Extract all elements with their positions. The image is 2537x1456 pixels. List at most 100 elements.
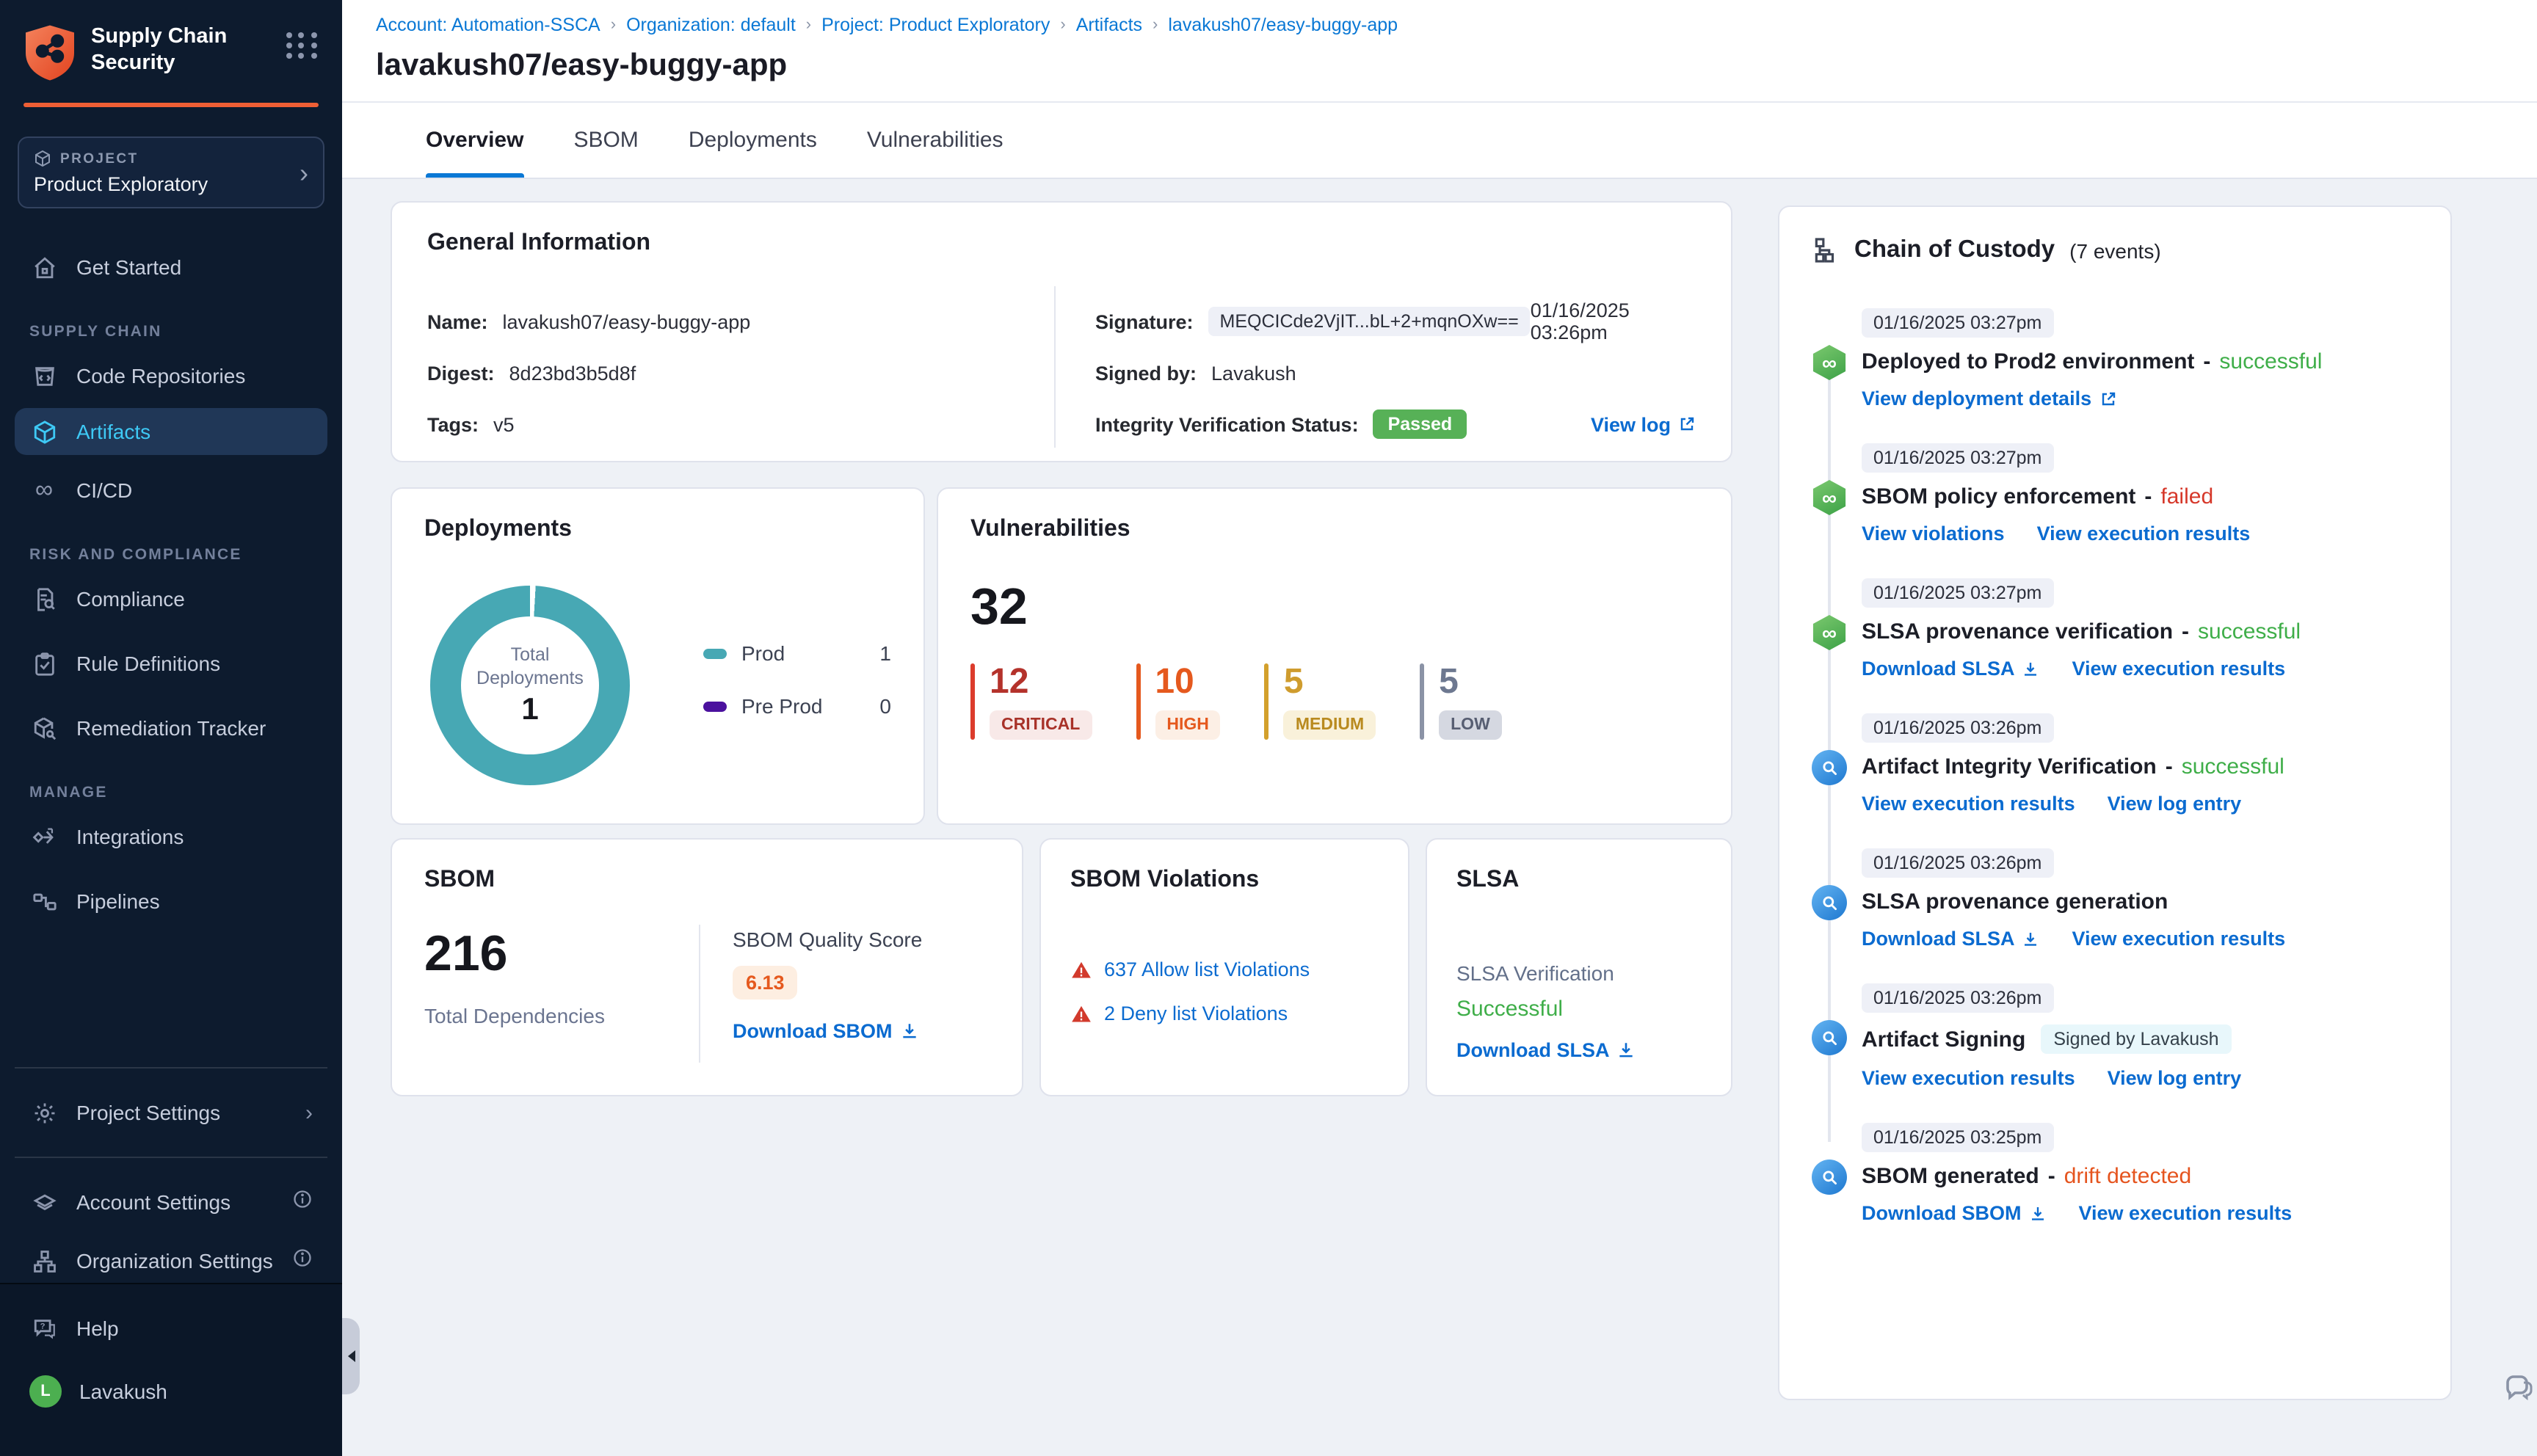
view-log-link[interactable]: View log bbox=[1591, 413, 1696, 435]
view-execution-results-link[interactable]: View execution results bbox=[1862, 1067, 2075, 1089]
breadcrumb-project[interactable]: Project: Product Exploratory bbox=[821, 15, 1050, 35]
svg-text:?: ? bbox=[40, 1321, 45, 1330]
event-timestamp: 01/16/2025 03:26pm bbox=[1862, 848, 2054, 878]
download-sbom-link[interactable]: Download SBOM bbox=[1862, 1202, 2047, 1224]
custody-event-slsa-generation: 01/16/2025 03:26pm SLSA provenance gener… bbox=[1812, 848, 2418, 950]
gear-icon bbox=[29, 1098, 59, 1127]
info-icon[interactable] bbox=[292, 1189, 313, 1215]
vertical-divider bbox=[699, 925, 700, 1063]
collapse-arrow-icon bbox=[347, 1350, 355, 1362]
download-slsa-link[interactable]: Download SLSA bbox=[1862, 658, 2040, 680]
integrations-icon bbox=[29, 822, 59, 851]
download-sbom-link[interactable]: Download SBOM bbox=[733, 1020, 919, 1042]
legend-item-prod: Prod 1 bbox=[703, 641, 891, 665]
tab-deployments[interactable]: Deployments bbox=[689, 103, 817, 178]
app-window: Supply Chain Security PROJECT Product Ex… bbox=[0, 0, 2537, 1456]
card-title: Deployments bbox=[424, 517, 572, 542]
product-title: Supply Chain Security bbox=[91, 25, 228, 75]
sidebar-item-rule-definitions[interactable]: Rule Definitions bbox=[15, 640, 327, 687]
general-information-card: General Information Name: lavakush07/eas… bbox=[391, 201, 1732, 462]
breadcrumb-organization[interactable]: Organization: default bbox=[626, 15, 796, 35]
view-execution-results-link[interactable]: View execution results bbox=[2072, 658, 2286, 680]
tab-sbom[interactable]: SBOM bbox=[573, 103, 638, 178]
custody-event-artifact-signing: 01/16/2025 03:26pm Artifact Signing Sign… bbox=[1812, 983, 2418, 1089]
sidebar-item-project-settings[interactable]: Project Settings › bbox=[15, 1089, 327, 1136]
pipeline-infinity-icon: ∞ bbox=[1812, 345, 1846, 380]
signed-by-value: Lavakush bbox=[1211, 362, 1296, 384]
breadcrumb-separator-icon: › bbox=[1153, 16, 1158, 34]
tab-vulnerabilities[interactable]: Vulnerabilities bbox=[867, 103, 1003, 178]
view-violations-link[interactable]: View violations bbox=[1862, 523, 2005, 545]
card-title: General Information bbox=[427, 230, 651, 255]
view-log-entry-link[interactable]: View log entry bbox=[2108, 793, 2242, 815]
sidebar-item-code-repositories[interactable]: Code Repositories bbox=[15, 352, 327, 399]
view-execution-results-link[interactable]: View execution results bbox=[2072, 928, 2286, 950]
cube-wrench-icon bbox=[29, 713, 59, 743]
custody-timeline: ∞ 01/16/2025 03:27pm Deployed to Prod2 e… bbox=[1812, 308, 2418, 1224]
deny-list-violations-link[interactable]: 2 Deny list Violations bbox=[1104, 1002, 1288, 1024]
sidebar-item-label: Compliance bbox=[76, 587, 185, 611]
view-log-entry-link[interactable]: View log entry bbox=[2108, 1067, 2242, 1089]
view-deployment-details-link[interactable]: View deployment details bbox=[1862, 387, 2116, 410]
scan-magnifier-icon bbox=[1812, 750, 1847, 785]
sidebar-item-integrations[interactable]: Integrations bbox=[15, 813, 327, 860]
event-status: successful bbox=[2198, 619, 2301, 644]
view-execution-results-link[interactable]: View execution results bbox=[1862, 793, 2075, 815]
slsa-verification-label: SLSA Verification bbox=[1456, 961, 1614, 985]
sidebar-item-help[interactable]: ? Help bbox=[15, 1305, 327, 1352]
allow-list-violations-row: 637 Allow list Violations bbox=[1070, 958, 1379, 980]
sidebar-item-artifacts[interactable]: Artifacts bbox=[15, 408, 327, 455]
slsa-verification-status: Successful bbox=[1456, 997, 1564, 1022]
sidebar-item-label: Artifacts bbox=[76, 420, 151, 443]
external-link-icon bbox=[2101, 391, 2115, 405]
sidebar-item-remediation-tracker[interactable]: Remediation Tracker bbox=[15, 705, 327, 751]
sbom-quality-score-value: 6.13 bbox=[733, 966, 798, 1000]
download-slsa-link[interactable]: Download SLSA bbox=[1862, 928, 2040, 950]
project-selector[interactable]: PROJECT Product Exploratory › bbox=[18, 136, 324, 208]
signature-value: MEQCICde2VjIT...bL+2+mqnOXw== bbox=[1208, 307, 1531, 336]
sidebar-collapse-handle[interactable] bbox=[342, 1318, 360, 1394]
card-title: SBOM bbox=[424, 867, 495, 892]
deployments-legend: Prod 1 Pre Prod 0 bbox=[703, 641, 891, 747]
sidebar-user[interactable]: L Lavakush bbox=[15, 1366, 327, 1416]
sidebar-item-pipelines[interactable]: Pipelines bbox=[15, 878, 327, 925]
sidebar-footer: ? Help L Lavakush bbox=[0, 1283, 342, 1456]
breadcrumb-artifacts[interactable]: Artifacts bbox=[1076, 15, 1142, 35]
scan-magnifier-icon bbox=[1812, 1020, 1847, 1055]
allow-list-violations-link[interactable]: 637 Allow list Violations bbox=[1104, 958, 1310, 980]
chain-of-custody-panel: Chain of Custody (7 events) ∞ 01/16/2025… bbox=[1778, 205, 2452, 1400]
sidebar-item-get-started[interactable]: Get Started bbox=[15, 244, 327, 291]
custody-event-integrity-verification: 01/16/2025 03:26pm Artifact Integrity Ve… bbox=[1812, 713, 2418, 815]
module-switcher-icon[interactable] bbox=[286, 32, 319, 59]
deny-list-violations-row: 2 Deny list Violations bbox=[1070, 1002, 1379, 1024]
sidebar-item-label: Remediation Tracker bbox=[76, 716, 266, 740]
sidebar-item-compliance[interactable]: Compliance bbox=[15, 575, 327, 622]
breadcrumb-artifact[interactable]: lavakush07/easy-buggy-app bbox=[1168, 15, 1398, 35]
pipeline-infinity-icon: ∞ bbox=[1812, 615, 1846, 650]
project-name: Product Exploratory bbox=[34, 173, 208, 195]
signature-row: Signature: MEQCICde2VjIT...bL+2+mqnOXw==… bbox=[1095, 299, 1696, 343]
view-execution-results-link[interactable]: View execution results bbox=[2079, 1202, 2293, 1224]
support-chat-icon[interactable] bbox=[2499, 1366, 2534, 1409]
user-avatar: L bbox=[29, 1375, 62, 1408]
chevron-right-icon: › bbox=[305, 1100, 313, 1125]
artifact-tags-value: v5 bbox=[493, 413, 515, 435]
sidebar-item-organization-settings[interactable]: Organization Settings bbox=[15, 1237, 327, 1284]
severity-medium: 5 MEDIUM bbox=[1264, 663, 1376, 740]
event-status: drift detected bbox=[2064, 1164, 2192, 1189]
view-execution-results-link[interactable]: View execution results bbox=[2037, 523, 2251, 545]
tab-overview[interactable]: Overview bbox=[426, 103, 523, 178]
deployments-donut-chart: Total Deployments 1 bbox=[430, 586, 630, 785]
sidebar-item-label: Help bbox=[76, 1317, 119, 1340]
info-icon[interactable] bbox=[292, 1248, 313, 1274]
sidebar-item-account-settings[interactable]: Account Settings bbox=[15, 1179, 327, 1226]
sidebar-divider bbox=[15, 1157, 327, 1158]
signed-by-badge: Signed by Lavakush bbox=[2040, 1024, 2232, 1054]
breadcrumb-account[interactable]: Account: Automation-SSCA bbox=[376, 15, 600, 35]
sidebar-item-cicd[interactable]: ∞ CI/CD bbox=[15, 467, 327, 514]
brand-divider bbox=[23, 103, 319, 107]
download-slsa-link[interactable]: Download SLSA bbox=[1456, 1039, 1636, 1061]
severity-bar bbox=[1420, 663, 1425, 740]
event-timestamp: 01/16/2025 03:27pm bbox=[1862, 443, 2054, 473]
card-title: Vulnerabilities bbox=[970, 517, 1130, 542]
